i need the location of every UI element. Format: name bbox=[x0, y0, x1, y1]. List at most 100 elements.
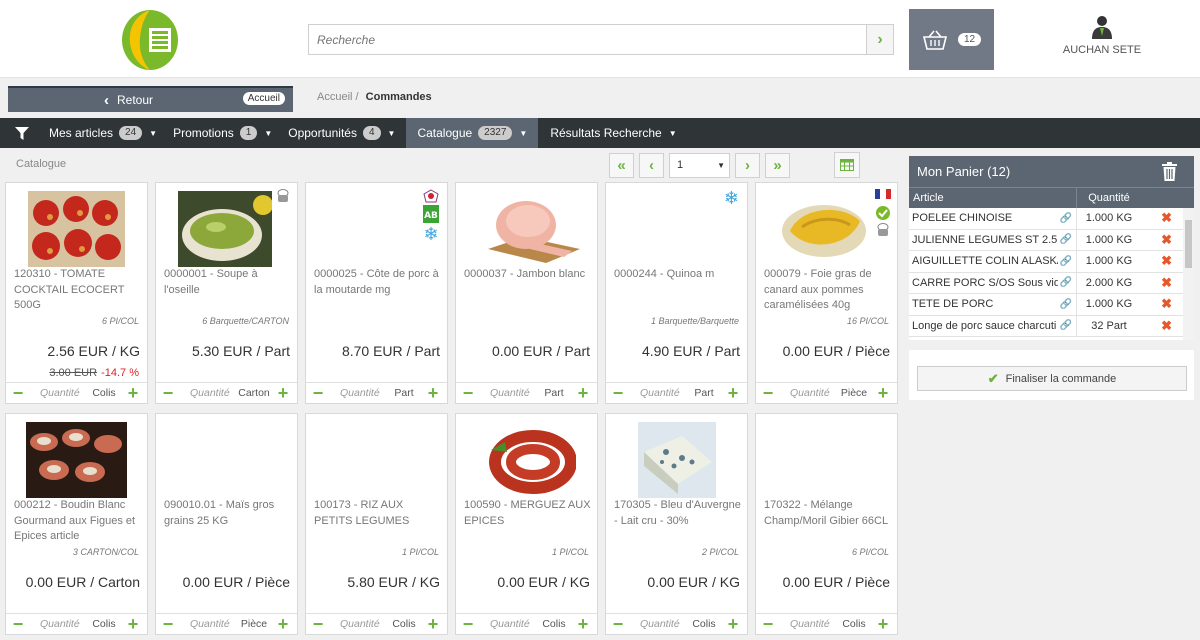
quantity-input[interactable]: Quantité bbox=[340, 387, 390, 399]
product-card[interactable]: 170305 - Bleu d'Auvergne - Lait cru - 30… bbox=[605, 413, 748, 635]
link-icon[interactable]: 🔗 bbox=[1060, 256, 1072, 267]
user-account[interactable]: AUCHAN SETE bbox=[1052, 14, 1152, 56]
plus-button[interactable]: + bbox=[574, 384, 592, 402]
plus-button[interactable]: + bbox=[874, 384, 892, 402]
link-icon[interactable]: 🔗 bbox=[1060, 213, 1072, 224]
unit-select[interactable]: Pièce bbox=[234, 618, 274, 630]
product-card[interactable]: 100590 - MERGUEZ AUX EPICES 1 PI/COL 0.0… bbox=[455, 413, 598, 635]
next-page-button[interactable]: › bbox=[735, 152, 760, 178]
filter-button[interactable] bbox=[0, 126, 44, 140]
home-pill[interactable]: Accueil bbox=[242, 92, 285, 105]
plus-button[interactable]: + bbox=[574, 615, 592, 633]
cart-row-qty[interactable]: 32 Part bbox=[1077, 320, 1141, 332]
product-name[interactable]: 000079 - Foie gras de canard aux pommes … bbox=[764, 267, 892, 314]
quantity-input[interactable]: Quantité bbox=[190, 618, 240, 630]
cart-row-article[interactable]: AIGUILLETTE COLIN ALASKA bbox=[912, 255, 1058, 267]
minus-button[interactable]: − bbox=[459, 384, 477, 402]
plus-button[interactable]: + bbox=[124, 384, 142, 402]
minus-button[interactable]: − bbox=[609, 384, 627, 402]
unit-select[interactable]: Part bbox=[534, 387, 574, 399]
breadcrumb-home[interactable]: Accueil bbox=[317, 91, 352, 103]
minus-button[interactable]: − bbox=[759, 384, 777, 402]
link-icon[interactable]: 🔗 bbox=[1060, 277, 1072, 288]
cart-row-qty[interactable]: 2.000 KG bbox=[1077, 277, 1141, 289]
remove-icon[interactable]: ✖ bbox=[1141, 210, 1181, 226]
product-name[interactable]: 170305 - Bleu d'Auvergne - Lait cru - 30… bbox=[614, 498, 742, 529]
unit-select[interactable]: Part bbox=[684, 387, 724, 399]
last-page-button[interactable]: » bbox=[765, 152, 790, 178]
finalize-order-button[interactable]: ✔ Finaliser la commande bbox=[917, 366, 1187, 391]
product-card[interactable]: 170322 - Mélange Champ/Moril Gibier 66CL… bbox=[755, 413, 898, 635]
unit-select[interactable]: Pièce bbox=[834, 387, 874, 399]
cart-button[interactable]: 12 bbox=[909, 9, 994, 70]
cart-row-qty[interactable]: 1.000 KG bbox=[1077, 298, 1141, 310]
cart-row-article[interactable]: TETE DE PORC bbox=[912, 298, 1058, 310]
plus-button[interactable]: + bbox=[724, 615, 742, 633]
search-input[interactable] bbox=[309, 25, 865, 54]
product-name[interactable]: 100590 - MERGUEZ AUX EPICES bbox=[464, 498, 592, 529]
unit-select[interactable]: Colis bbox=[534, 618, 574, 630]
product-name[interactable]: 0000037 - Jambon blanc bbox=[464, 267, 592, 283]
tab-mes-articles[interactable]: Mes articles 24 ▼ bbox=[44, 118, 168, 148]
product-name[interactable]: 120310 - TOMATE COCKTAIL ECOCERT 500G bbox=[14, 267, 142, 314]
minus-button[interactable]: − bbox=[9, 615, 27, 633]
plus-button[interactable]: + bbox=[274, 615, 292, 633]
minus-button[interactable]: − bbox=[309, 384, 327, 402]
cart-row-qty[interactable]: 1.000 KG bbox=[1077, 212, 1141, 224]
quantity-input[interactable]: Quantité bbox=[640, 618, 690, 630]
unit-select[interactable]: Colis bbox=[834, 618, 874, 630]
cart-row-article[interactable]: JULIENNE LEGUMES ST 2.5 K bbox=[912, 234, 1058, 246]
link-icon[interactable]: 🔗 bbox=[1060, 299, 1072, 310]
quantity-input[interactable]: Quantité bbox=[640, 387, 690, 399]
search-button[interactable]: › bbox=[866, 25, 893, 54]
product-name[interactable]: 0000025 - Côte de porc à la moutarde mg bbox=[314, 267, 442, 298]
minus-button[interactable]: − bbox=[9, 384, 27, 402]
product-name[interactable]: 100173 - RIZ AUX PETITS LEGUMES bbox=[314, 498, 442, 529]
tab-opportunites[interactable]: Opportunités 4 ▼ bbox=[283, 118, 406, 148]
unit-select[interactable]: Colis bbox=[84, 387, 124, 399]
page-select[interactable]: 1 ▼ bbox=[669, 152, 730, 178]
remove-icon[interactable]: ✖ bbox=[1141, 232, 1181, 248]
plus-button[interactable]: + bbox=[424, 615, 442, 633]
link-icon[interactable]: 🔗 bbox=[1060, 320, 1072, 331]
quantity-input[interactable]: Quantité bbox=[340, 618, 390, 630]
product-card[interactable]: 120310 - TOMATE COCKTAIL ECOCERT 500G 6 … bbox=[5, 182, 148, 404]
quantity-input[interactable]: Quantité bbox=[490, 387, 540, 399]
first-page-button[interactable]: « bbox=[609, 152, 634, 178]
remove-icon[interactable]: ✖ bbox=[1141, 296, 1181, 312]
quantity-input[interactable]: Quantité bbox=[40, 387, 90, 399]
minus-button[interactable]: − bbox=[759, 615, 777, 633]
remove-icon[interactable]: ✖ bbox=[1141, 253, 1181, 269]
quantity-input[interactable]: Quantité bbox=[40, 618, 90, 630]
minus-button[interactable]: − bbox=[459, 615, 477, 633]
back-button[interactable]: ‹ Retour Accueil bbox=[8, 86, 293, 112]
product-card[interactable]: 090010.01 - Maïs gros grains 25 KG 0.00 … bbox=[155, 413, 298, 635]
cart-row-article[interactable]: POELEE CHINOISE bbox=[912, 212, 1058, 224]
remove-icon[interactable]: ✖ bbox=[1141, 318, 1181, 334]
product-card[interactable]: AB ❄ 0000025 - Côte de porc à la moutard… bbox=[305, 182, 448, 404]
product-name[interactable]: 0000001 - Soupe à l'oseille bbox=[164, 267, 292, 298]
unit-select[interactable]: Carton bbox=[234, 387, 274, 399]
plus-button[interactable]: + bbox=[274, 384, 292, 402]
plus-button[interactable]: + bbox=[124, 615, 142, 633]
minus-button[interactable]: − bbox=[159, 615, 177, 633]
tab-catalogue[interactable]: Catalogue 2327 ▼ bbox=[406, 118, 539, 148]
plus-button[interactable]: + bbox=[874, 615, 892, 633]
quantity-input[interactable]: Quantité bbox=[790, 618, 840, 630]
product-card[interactable]: 100173 - RIZ AUX PETITS LEGUMES 1 PI/COL… bbox=[305, 413, 448, 635]
unit-select[interactable]: Part bbox=[384, 387, 424, 399]
prev-page-button[interactable]: ‹ bbox=[639, 152, 664, 178]
tab-resultats-recherche[interactable]: Résultats Recherche ▼ bbox=[538, 118, 687, 148]
trash-icon[interactable] bbox=[1161, 162, 1178, 181]
unit-select[interactable]: Colis bbox=[684, 618, 724, 630]
product-card[interactable]: 000212 - Boudin Blanc Gourmand aux Figue… bbox=[5, 413, 148, 635]
product-card[interactable]: ❄ 0000244 - Quinoa m 1 Barquette/Barquet… bbox=[605, 182, 748, 404]
product-name[interactable]: 0000244 - Quinoa m bbox=[614, 267, 742, 283]
grid-view-button[interactable] bbox=[834, 152, 860, 178]
quantity-input[interactable]: Quantité bbox=[790, 387, 840, 399]
product-name[interactable]: 000212 - Boudin Blanc Gourmand aux Figue… bbox=[14, 498, 142, 545]
plus-button[interactable]: + bbox=[724, 384, 742, 402]
link-icon[interactable]: 🔗 bbox=[1060, 234, 1072, 245]
remove-icon[interactable]: ✖ bbox=[1141, 275, 1181, 291]
quantity-input[interactable]: Quantité bbox=[490, 618, 540, 630]
